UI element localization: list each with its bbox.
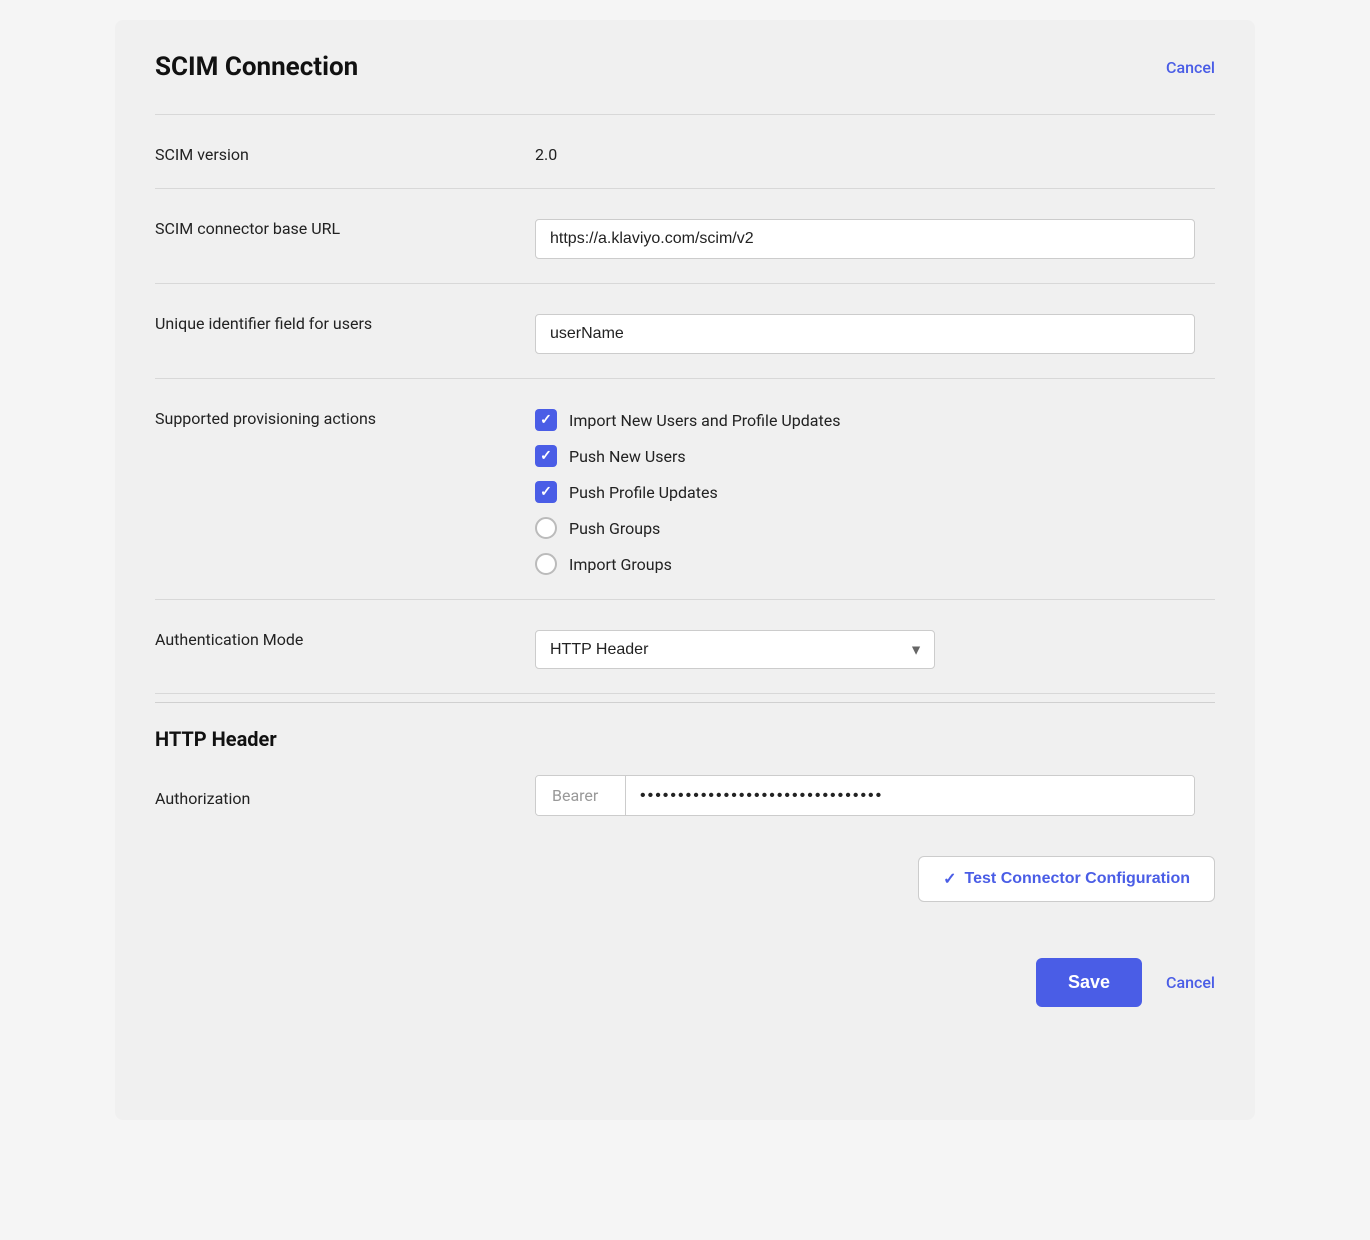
test-connector-label: Test Connector Configuration [965, 870, 1190, 888]
page-container: SCIM Connection Cancel SCIM version 2.0 … [115, 20, 1255, 1120]
auth-mode-label: Authentication Mode [155, 624, 535, 649]
cancel-button-top[interactable]: Cancel [1166, 58, 1215, 77]
scim-version-row: SCIM version 2.0 [155, 114, 1215, 189]
checkbox-push-new-users-icon[interactable] [535, 445, 557, 467]
auth-input-group: Bearer [535, 775, 1195, 816]
unique-identifier-input[interactable] [535, 314, 1195, 354]
auth-mode-select[interactable]: HTTP Header Basic Auth OAuth [535, 630, 935, 669]
provisioning-actions-label: Supported provisioning actions [155, 403, 535, 428]
scim-base-url-field-wrapper [535, 213, 1215, 259]
authorization-row: Authorization Bearer [155, 751, 1215, 840]
checkbox-push-profile-updates-icon[interactable] [535, 481, 557, 503]
provisioning-actions-row: Supported provisioning actions Import Ne… [155, 379, 1215, 600]
cancel-button-bottom[interactable]: Cancel [1166, 973, 1215, 992]
scim-version-label: SCIM version [155, 139, 535, 164]
authorization-input-wrapper: Bearer [535, 775, 1215, 816]
auth-mode-row: Authentication Mode HTTP Header Basic Au… [155, 600, 1215, 694]
test-connector-button[interactable]: ✓ Test Connector Configuration [918, 856, 1215, 902]
http-header-section: HTTP Header Authorization Bearer ✓ Test … [155, 702, 1215, 926]
page-header: SCIM Connection Cancel [155, 52, 1215, 82]
checkbox-push-profile-updates: Push Profile Updates [535, 481, 1215, 503]
unique-identifier-field-wrapper [535, 308, 1215, 354]
save-button[interactable]: Save [1036, 958, 1142, 1007]
form-section: SCIM version 2.0 SCIM connector base URL… [155, 114, 1215, 694]
provisioning-actions-wrapper: Import New Users and Profile Updates Pus… [535, 403, 1215, 575]
checkbox-import-groups: Import Groups [535, 553, 1215, 575]
checkbox-import-groups-icon[interactable] [535, 553, 557, 575]
authorization-label: Authorization [155, 783, 535, 808]
scim-base-url-row: SCIM connector base URL [155, 189, 1215, 284]
checkbox-push-profile-updates-label: Push Profile Updates [569, 483, 718, 502]
checkbox-push-new-users-label: Push New Users [569, 447, 686, 466]
checkbox-import-new-users: Import New Users and Profile Updates [535, 409, 1215, 431]
checkbox-push-groups-label: Push Groups [569, 519, 660, 538]
bottom-actions: Save Cancel [155, 950, 1215, 1007]
scim-version-value: 2.0 [535, 139, 1215, 164]
unique-identifier-label: Unique identifier field for users [155, 308, 535, 333]
auth-mode-wrapper: HTTP Header Basic Auth OAuth ▼ [535, 624, 1215, 669]
checkbox-import-groups-label: Import Groups [569, 555, 672, 574]
http-header-title: HTTP Header [155, 703, 1215, 751]
test-button-row: ✓ Test Connector Configuration [155, 840, 1215, 926]
scim-base-url-label: SCIM connector base URL [155, 213, 535, 238]
checkbox-push-groups-icon[interactable] [535, 517, 557, 539]
auth-token-input[interactable] [626, 776, 1194, 815]
checkbox-push-groups: Push Groups [535, 517, 1215, 539]
bearer-prefix: Bearer [536, 776, 626, 815]
checkboxes-container: Import New Users and Profile Updates Pus… [535, 409, 1215, 575]
checkbox-push-new-users: Push New Users [535, 445, 1215, 467]
unique-identifier-row: Unique identifier field for users [155, 284, 1215, 379]
scim-base-url-input[interactable] [535, 219, 1195, 259]
checkbox-import-new-users-label: Import New Users and Profile Updates [569, 411, 840, 430]
page-title: SCIM Connection [155, 52, 358, 82]
auth-mode-select-wrapper: HTTP Header Basic Auth OAuth ▼ [535, 630, 935, 669]
checkbox-import-new-users-icon[interactable] [535, 409, 557, 431]
check-icon: ✓ [943, 869, 956, 889]
